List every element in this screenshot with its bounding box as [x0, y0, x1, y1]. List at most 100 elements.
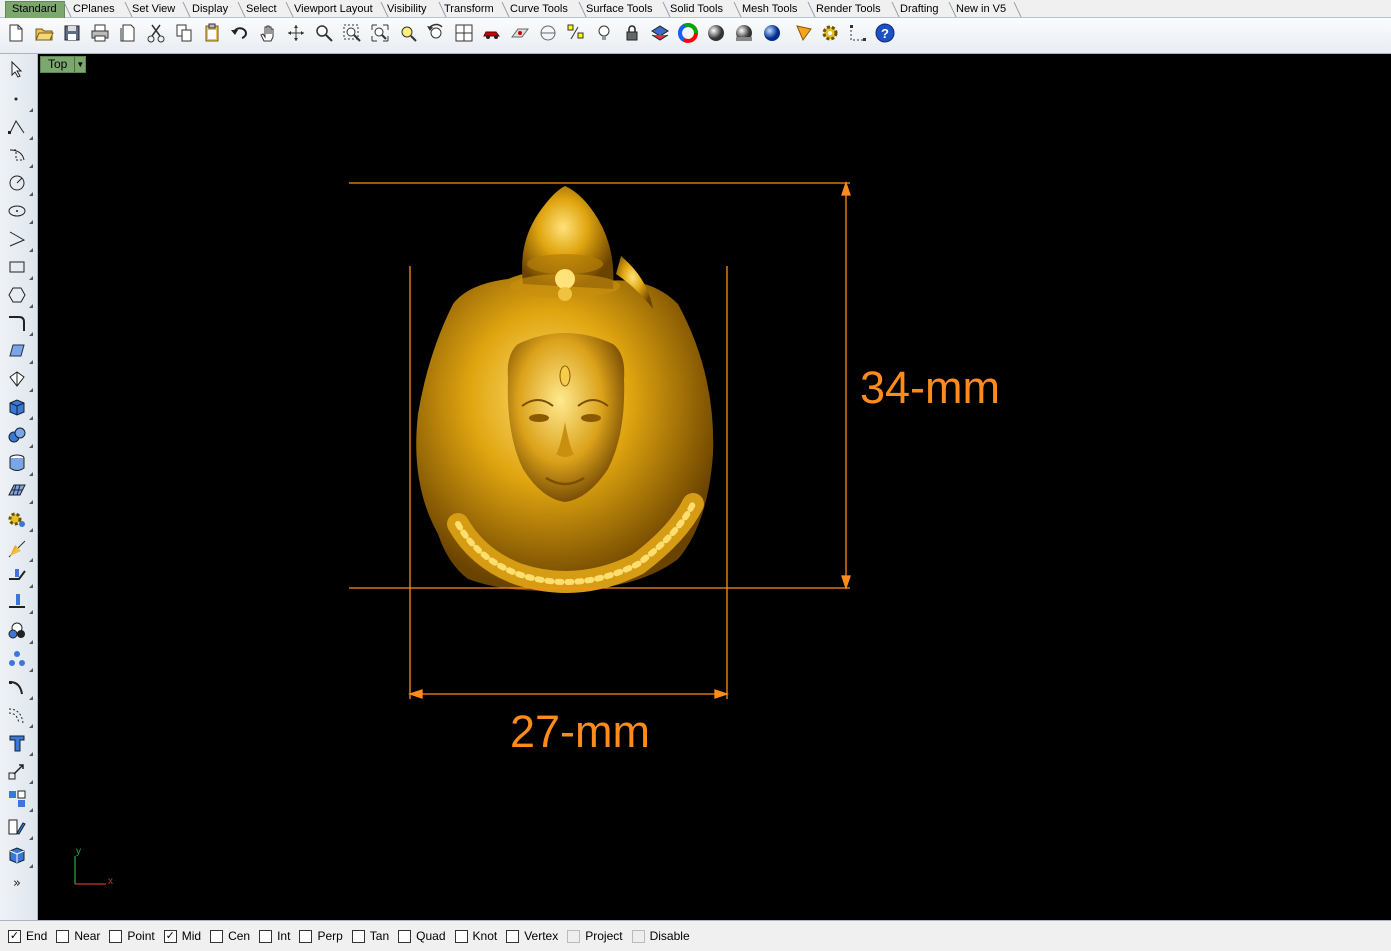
help-icon[interactable]: ? [874, 22, 896, 44]
tab-standard[interactable]: Standard [5, 1, 72, 18]
osnap-tan-checkbox[interactable] [351, 929, 365, 943]
text-tool-icon[interactable] [6, 732, 33, 756]
ellipse-icon[interactable] [6, 200, 33, 224]
layer-icon[interactable] [649, 22, 671, 44]
tab-solid-tools[interactable]: Solid Tools [664, 2, 742, 17]
polyline-icon[interactable] [6, 116, 33, 140]
dimension-tool-icon[interactable] [6, 538, 33, 562]
extrude-surface-icon[interactable] [6, 368, 33, 392]
osnap-tan[interactable]: Tan [351, 929, 389, 943]
polygon-icon[interactable] [6, 284, 33, 308]
tab-select[interactable]: Select [240, 2, 294, 17]
zoom-extents-icon[interactable] [369, 22, 391, 44]
dimension-icon[interactable] [847, 22, 869, 44]
boolean-difference-icon[interactable] [6, 620, 33, 644]
osnap-mid-checkbox[interactable]: ✓ [163, 929, 177, 943]
new-icon[interactable] [5, 22, 27, 44]
tab-curve-tools[interactable]: Curve Tools [504, 2, 587, 17]
rectangle-icon[interactable] [6, 256, 33, 280]
car-icon[interactable] [481, 22, 503, 44]
select-points-icon[interactable] [565, 22, 587, 44]
osnap-disable[interactable]: Disable [631, 929, 690, 943]
circle-icon[interactable] [6, 172, 33, 196]
osnap-knot[interactable]: Knot [454, 929, 497, 943]
lock-icon[interactable] [621, 22, 643, 44]
osnap-end-checkbox[interactable]: ✓ [8, 929, 21, 943]
tab-transform[interactable]: Transform [438, 2, 510, 17]
tab-mesh-tools[interactable]: Mesh Tools [736, 2, 816, 17]
osnap-project[interactable]: Project [567, 929, 623, 943]
open-icon[interactable] [33, 22, 55, 44]
zoom-icon[interactable] [313, 22, 335, 44]
blue-sphere-icon[interactable] [761, 22, 783, 44]
rotate-icon[interactable] [6, 676, 33, 700]
osnap-vertex-checkbox[interactable] [506, 929, 520, 943]
tab-new-in-v5[interactable]: New in V5 [950, 2, 1022, 17]
cplane-icon[interactable] [509, 22, 531, 44]
print-icon[interactable] [89, 22, 111, 44]
zoom-window-icon[interactable] [341, 22, 363, 44]
four-viewports-icon[interactable] [453, 22, 475, 44]
osnap-cen[interactable]: Cen [210, 929, 250, 943]
options-gear-icon[interactable] [819, 22, 841, 44]
import-icon[interactable] [117, 22, 139, 44]
move-icon[interactable] [6, 760, 33, 784]
point-icon[interactable] [6, 88, 33, 112]
osnap-end[interactable]: ✓ End [8, 929, 47, 943]
osnap-vertex[interactable]: Vertex [506, 929, 558, 943]
surface-corner-icon[interactable] [6, 340, 33, 364]
cut-icon[interactable] [145, 22, 167, 44]
mesh-cylinder-icon[interactable] [6, 452, 33, 476]
grid-snap-icon[interactable] [537, 22, 559, 44]
tab-cplanes[interactable]: CPlanes [67, 2, 133, 17]
light-icon[interactable] [593, 22, 615, 44]
tab-render-tools[interactable]: Render Tools [810, 2, 900, 17]
tab-viewport-layout[interactable]: Viewport Layout [288, 2, 389, 17]
trim-icon[interactable] [6, 590, 33, 614]
tab-set-view[interactable]: Set View [126, 2, 191, 17]
zoom-selected-icon[interactable] [397, 22, 419, 44]
split-icon[interactable] [6, 564, 33, 588]
group-icon[interactable] [6, 788, 33, 812]
tab-display[interactable]: Display [186, 2, 246, 17]
save-icon[interactable] [61, 22, 83, 44]
osnap-perp-checkbox[interactable] [299, 929, 313, 943]
osnap-near[interactable]: Near [56, 929, 100, 943]
analyze-box-icon[interactable] [6, 844, 33, 868]
tab-drafting[interactable]: Drafting [894, 2, 957, 17]
shaded-sphere-icon[interactable] [705, 22, 727, 44]
undo-view-icon[interactable] [425, 22, 447, 44]
osnap-mid[interactable]: ✓ Mid [163, 929, 201, 943]
osnap-cen-checkbox[interactable] [210, 929, 224, 943]
color-wheel-icon[interactable] [677, 22, 699, 44]
array-icon[interactable] [6, 648, 33, 672]
mesh-plane-icon[interactable] [6, 480, 33, 504]
osnap-int-checkbox[interactable] [259, 929, 273, 943]
osnap-quad[interactable]: Quad [398, 929, 446, 943]
tab-visibility[interactable]: Visibility [381, 2, 447, 17]
osnap-disable-checkbox[interactable] [631, 929, 645, 943]
osnap-point[interactable]: Point [109, 929, 155, 943]
select-arrow-icon[interactable] [6, 58, 28, 80]
viewport-top[interactable]: Top ▼ 34-mm 27-mm y x [38, 54, 1391, 920]
osnap-near-checkbox[interactable] [56, 929, 70, 943]
more-tools-icon[interactable]: » [6, 872, 28, 894]
render-gear-icon[interactable] [6, 508, 33, 532]
copy-icon[interactable] [173, 22, 195, 44]
fillet-curve-icon[interactable] [6, 312, 33, 336]
paste-icon[interactable] [201, 22, 223, 44]
solid-box-icon[interactable] [6, 396, 33, 420]
tab-surface-tools[interactable]: Surface Tools [580, 2, 671, 17]
osnap-project-checkbox[interactable] [567, 929, 581, 943]
curve-icon[interactable] [6, 144, 33, 168]
properties-icon[interactable] [6, 816, 33, 840]
osnap-knot-checkbox[interactable] [454, 929, 468, 943]
osnap-int[interactable]: Int [259, 929, 290, 943]
arc-icon[interactable] [6, 228, 33, 252]
pan-hand-icon[interactable] [257, 22, 279, 44]
rendered-sphere-icon[interactable] [733, 22, 755, 44]
pendant-model[interactable] [416, 186, 714, 593]
render-light-icon[interactable] [793, 22, 815, 44]
osnap-perp[interactable]: Perp [299, 929, 343, 943]
undo-icon[interactable] [229, 22, 251, 44]
